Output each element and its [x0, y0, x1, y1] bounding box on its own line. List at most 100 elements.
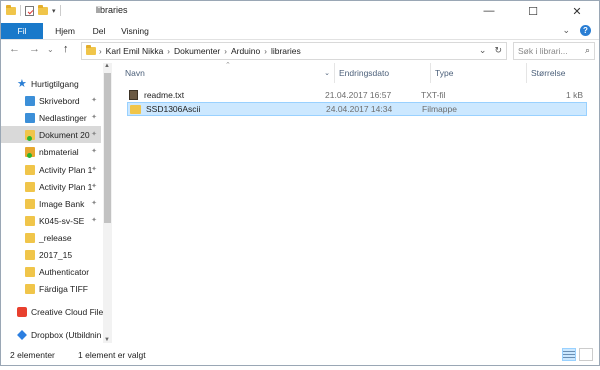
pin-icon[interactable]: ✦: [91, 165, 97, 173]
nav-item-creative-cloud[interactable]: Creative Cloud File: [17, 303, 103, 320]
nav-item-label: Activity Plan 1: [39, 164, 93, 175]
column-header-name[interactable]: ⌃ Navn ⌄: [115, 62, 335, 83]
window-controls: — ☐ ✕: [467, 1, 599, 21]
pin-icon[interactable]: ✦: [91, 96, 97, 104]
nav-item-label: Activity Plan 1: [39, 181, 93, 192]
tab-view[interactable]: Visning: [115, 23, 155, 39]
nav-item-dropbox[interactable]: Dropbox (Utbildnin: [17, 326, 103, 343]
breadcrumb-item[interactable]: Karl Emil Nikka: [106, 46, 164, 56]
documents-icon: [25, 129, 35, 141]
navigation-row: ← → ⌄ ↑ › Karl Emil Nikka › Dokumenter ›…: [1, 40, 599, 62]
pin-icon[interactable]: ✦: [91, 182, 97, 190]
breadcrumb-chevron-icon[interactable]: ›: [99, 47, 102, 56]
back-arrow-icon[interactable]: ←: [9, 43, 20, 55]
nav-item-nbmaterial[interactable]: nbmaterial ✦: [25, 143, 101, 160]
text-file-icon: [129, 90, 138, 100]
navigation-pane-scrollbar[interactable]: ▲ ▼: [103, 63, 112, 343]
nav-item-desktop[interactable]: Skrivebord ✦: [25, 92, 101, 109]
nav-item-label: Dropbox (Utbildnin: [31, 329, 102, 340]
nav-item-label: 2017_15: [39, 249, 73, 260]
file-type: TXT-fil: [421, 90, 446, 100]
nav-item-quick-access[interactable]: ★ Hurtigtilgang: [17, 75, 113, 92]
breadcrumb-chevron-icon[interactable]: ›: [224, 47, 227, 56]
tab-home[interactable]: Hjem: [45, 23, 85, 39]
star-icon: ★: [17, 77, 27, 90]
address-history-chevron-icon[interactable]: ⌄: [479, 45, 487, 56]
scroll-up-icon[interactable]: ▲: [104, 63, 110, 69]
nav-item-documents[interactable]: Dokument 20 ✦: [1, 126, 101, 143]
folder-icon: [25, 266, 35, 277]
tab-file[interactable]: Fil: [1, 23, 43, 39]
forward-arrow-icon[interactable]: →: [29, 43, 40, 55]
folder-icon: [25, 164, 35, 175]
close-button[interactable]: ✕: [555, 1, 599, 21]
pin-icon[interactable]: ✦: [91, 216, 97, 224]
file-size: 1 kB: [565, 90, 583, 100]
nav-item-2017-15[interactable]: 2017_15: [25, 246, 101, 263]
nav-item-fardiga-tiff[interactable]: Färdiga TIFF: [25, 280, 101, 297]
status-bar: 2 elementer 1 element er valgt: [1, 345, 599, 365]
file-list: ⌃ Navn ⌄ Endringsdato Type Størrelse rea…: [115, 62, 599, 345]
recent-locations-chevron-icon[interactable]: ⌄: [47, 45, 54, 54]
file-date: 21.04.2017 16:57: [325, 90, 392, 100]
sort-ascending-icon: ⌃: [225, 62, 231, 69]
file-type: Filmappe: [422, 104, 457, 114]
column-header-date[interactable]: Endringsdato: [335, 63, 431, 83]
nav-item-image-bank[interactable]: Image Bank ✦: [25, 195, 101, 212]
column-filter-chevron-icon[interactable]: ⌄: [324, 69, 330, 77]
tab-share[interactable]: Del: [85, 23, 113, 39]
item-count: 2 elementer: [10, 350, 55, 360]
nav-item-release[interactable]: _release: [25, 229, 101, 246]
folder-icon: [25, 232, 35, 243]
folder-icon: [25, 181, 35, 192]
file-row-readme[interactable]: readme.txt 21.04.2017 16:57 TXT-fil 1 kB: [127, 88, 587, 102]
pin-icon[interactable]: ✦: [91, 147, 97, 155]
breadcrumb-item[interactable]: Dokumenter: [174, 46, 220, 56]
help-icon[interactable]: ?: [580, 25, 591, 36]
column-header-label: Navn: [125, 68, 145, 78]
details-view-icon[interactable]: [562, 348, 576, 361]
new-folder-icon[interactable]: [38, 4, 48, 15]
breadcrumb-chevron-icon[interactable]: ›: [264, 47, 267, 56]
column-header-label: Størrelse: [531, 68, 566, 78]
file-name: readme.txt: [144, 90, 185, 100]
pin-icon[interactable]: ✦: [91, 113, 97, 121]
minimize-button[interactable]: —: [467, 1, 511, 21]
nav-item-label: _release: [39, 232, 72, 243]
column-header-type[interactable]: Type: [431, 63, 527, 83]
creative-cloud-icon: [17, 306, 27, 317]
nav-item-authenticator[interactable]: Authenticator: [25, 263, 101, 280]
maximize-button[interactable]: ☐: [511, 1, 555, 21]
expand-ribbon-chevron-icon[interactable]: ⌄: [562, 25, 570, 36]
folder-icon: [25, 249, 35, 260]
nav-item-label: Dokument 20: [39, 129, 90, 140]
nav-item-activity-plan-1[interactable]: Activity Plan 1 ✦: [25, 161, 101, 178]
nav-item-downloads[interactable]: Nedlastinger ✦: [25, 109, 101, 126]
properties-icon[interactable]: [25, 5, 34, 16]
breadcrumb-item[interactable]: Arduino: [231, 46, 260, 56]
folder-icon: [25, 215, 35, 226]
nav-item-activity-plan-2[interactable]: Activity Plan 1 ✦: [25, 178, 101, 195]
up-arrow-icon[interactable]: ↑: [63, 43, 69, 55]
pin-icon[interactable]: ✦: [91, 199, 97, 207]
customize-toolbar-chevron-icon[interactable]: ▾: [52, 7, 56, 15]
nav-item-k045-sv-se[interactable]: K045-sv-SE ✦: [25, 212, 101, 229]
scrollbar-thumb[interactable]: [104, 73, 111, 223]
file-name: SSD1306Ascii: [146, 104, 201, 114]
address-bar-controls: ⌄ ↻: [479, 45, 502, 56]
pin-icon[interactable]: ✦: [91, 130, 97, 138]
window-title: libraries: [96, 5, 128, 15]
column-header-label: Endringsdato: [339, 68, 390, 78]
breadcrumb-item[interactable]: libraries: [271, 46, 301, 56]
breadcrumb-chevron-icon[interactable]: ›: [167, 47, 170, 56]
file-date: 24.04.2017 14:34: [326, 104, 393, 114]
scroll-down-icon[interactable]: ▼: [104, 337, 110, 343]
address-bar[interactable]: › Karl Emil Nikka › Dokumenter › Arduino…: [81, 42, 507, 60]
file-row-ssd1306ascii[interactable]: SSD1306Ascii 24.04.2017 14:34 Filmappe: [127, 102, 587, 116]
refresh-icon[interactable]: ↻: [494, 45, 502, 56]
column-header-label: Type: [435, 68, 454, 78]
search-input[interactable]: Søk i librari... ⌕: [513, 42, 595, 60]
column-header-size[interactable]: Størrelse: [527, 63, 597, 83]
large-icons-view-icon[interactable]: [579, 348, 593, 361]
view-switcher: [562, 348, 593, 361]
